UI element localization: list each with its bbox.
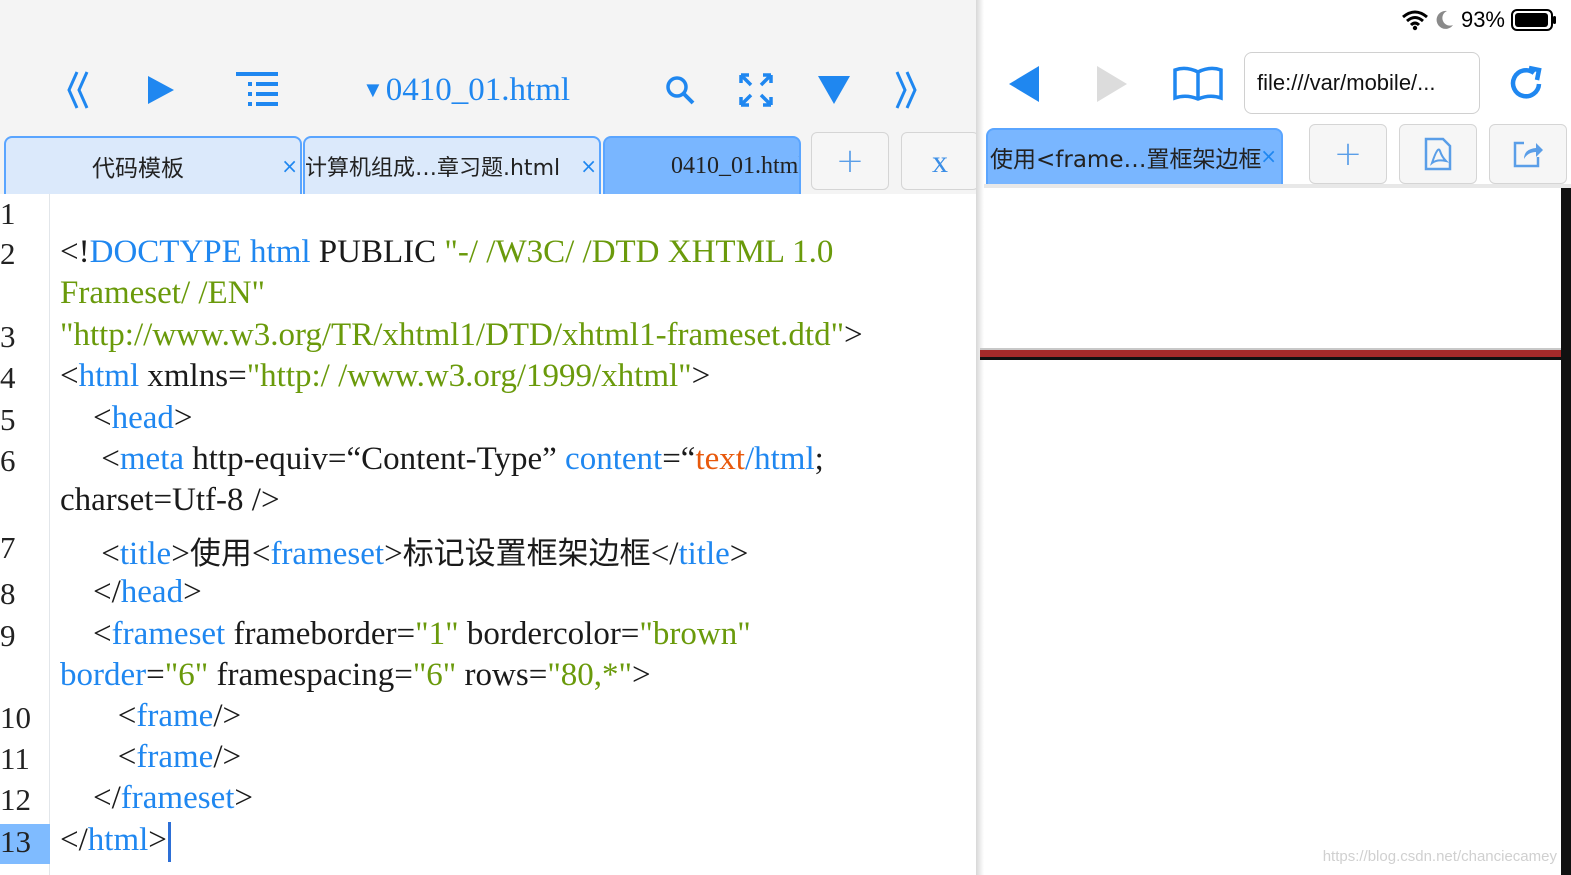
line-number: 11 [0, 741, 30, 776]
preview-browser-pane: 93% file:///var/mobile/... 使用<frame…置框架边… [980, 0, 1571, 875]
watermark: https://blog.csdn.net/chanciecamey [1322, 848, 1557, 865]
code-line: "http://www.w3.org/TR/xhtml1/DTD/xhtml1-… [60, 317, 863, 353]
triangle-down-icon [818, 76, 850, 104]
tab-label: 计算机组成…章习题.html [305, 156, 561, 181]
moon-icon [1436, 10, 1453, 29]
frame-border[interactable] [980, 348, 1561, 360]
close-icon[interactable]: × [281, 154, 298, 178]
split-divider[interactable] [976, 0, 984, 875]
code-line: </head> [60, 574, 202, 610]
tab-label: 使用<frame…置框架边框 [990, 147, 1262, 173]
wifi-icon [1401, 10, 1428, 31]
close-icon[interactable]: × [580, 154, 597, 178]
code-line: <head> [60, 400, 193, 436]
window-edge [1561, 188, 1571, 875]
line-number: 3 [0, 319, 16, 354]
expand-icon [739, 73, 773, 107]
line-number: 7 [0, 530, 16, 565]
code-line: </frameset> [60, 780, 254, 816]
tab-label: 0410_01.html [671, 152, 799, 179]
code-line: <!DOCTYPE html PUBLIC "-/ /W3C/ /DTD XHT… [60, 234, 834, 270]
code-line: <html xmlns="http:/ /www.w3.org/1999/xht… [60, 358, 711, 394]
line-number: 4 [0, 360, 16, 395]
url-field[interactable]: file:///var/mobile/... [1244, 52, 1480, 114]
line-number: 1 [0, 196, 16, 231]
list-indent-icon [236, 72, 278, 106]
caret-down-icon: ▼ [362, 77, 384, 102]
top-frame [984, 188, 1561, 348]
close-icon[interactable]: × [1260, 144, 1277, 168]
editor-tab[interactable]: 代码模板 × [4, 136, 302, 194]
code-editor-pane: ▼ 0410_01.html 代码模板 × 计算机组成…章习题.html × 0… [0, 0, 980, 875]
line-number: 6 [0, 443, 16, 478]
line-number: 8 [0, 576, 16, 611]
search-icon [666, 76, 695, 105]
code-line: <meta http-equiv=“Content-Type” content=… [60, 441, 824, 477]
back-button[interactable] [1004, 58, 1044, 110]
code-line: <frameset frameborder="1" bordercolor="b… [60, 616, 751, 652]
forward-button[interactable] [1092, 58, 1132, 110]
run-button[interactable] [138, 64, 182, 116]
next-file-button[interactable] [886, 64, 926, 116]
play-icon [148, 76, 174, 104]
close-all-button[interactable]: x [901, 132, 979, 190]
file-selector[interactable]: ▼ 0410_01.html [362, 68, 570, 112]
share-button[interactable] [1489, 124, 1567, 184]
line-number: 10 [0, 700, 31, 735]
export-pdf-button[interactable] [1399, 124, 1477, 184]
close-all-label: x [932, 142, 948, 179]
code-line: <frame/> [60, 698, 242, 734]
book-icon [1173, 66, 1223, 101]
editor-tab[interactable]: 计算机组成…章习题.html × [303, 136, 601, 194]
reload-button[interactable] [1504, 58, 1548, 110]
code-line: border="6" framespacing="6" rows="80,*"> [60, 657, 651, 693]
code-line: Frameset/ /EN" [60, 275, 266, 311]
editor-toolbar: ▼ 0410_01.html [0, 0, 980, 130]
bookmarks-button[interactable] [1172, 58, 1224, 110]
plus-icon: + [1333, 134, 1363, 174]
file-name: 0410_01.html [385, 71, 571, 108]
previous-file-button[interactable] [58, 64, 98, 116]
dropdown-menu-button[interactable] [812, 64, 856, 116]
code-line: <frame/> [60, 739, 242, 775]
line-number: 2 [0, 236, 16, 271]
battery-percent: 93% [1460, 7, 1505, 32]
status-bar: 93% [1401, 6, 1557, 34]
code-line: </html> [60, 822, 171, 863]
browser-tab-active[interactable]: 使用<frame…置框架边框 × [986, 128, 1283, 184]
line-number-gutter: 1 2 3 4 5 6 7 8 9 10 11 12 13 [0, 194, 50, 875]
editor-tab-active[interactable]: 0410_01.html [603, 136, 801, 194]
fullscreen-button[interactable] [736, 64, 776, 116]
new-tab-button[interactable]: + [811, 132, 889, 190]
line-number: 9 [0, 618, 16, 653]
tab-label: 代码模板 [92, 156, 184, 182]
search-button[interactable] [660, 64, 700, 116]
share-icon [1513, 141, 1543, 168]
triangle-left-icon [1009, 66, 1039, 102]
triangle-right-icon [1097, 66, 1127, 102]
text-cursor [167, 822, 171, 863]
bottom-frame [984, 360, 1561, 875]
code-line: charset=Utf-8 /> [60, 482, 280, 518]
pdf-icon [1424, 137, 1452, 171]
line-number: 12 [0, 782, 31, 817]
code-line: <title>使用<frameset>标记设置框架边框</title> [60, 536, 749, 572]
double-chevron-left-icon [67, 71, 89, 109]
editor-tab-bar: 代码模板 × 计算机组成…章习题.html × 0410_01.html + x [0, 128, 980, 194]
line-number: 5 [0, 402, 16, 437]
new-browser-tab-button[interactable]: + [1309, 124, 1387, 184]
plus-icon: + [835, 141, 865, 181]
outline-button[interactable] [232, 64, 282, 116]
line-number: 13 [0, 824, 50, 864]
double-chevron-right-icon [895, 71, 917, 109]
battery-icon [1511, 9, 1556, 31]
refresh-icon [1510, 65, 1542, 99]
